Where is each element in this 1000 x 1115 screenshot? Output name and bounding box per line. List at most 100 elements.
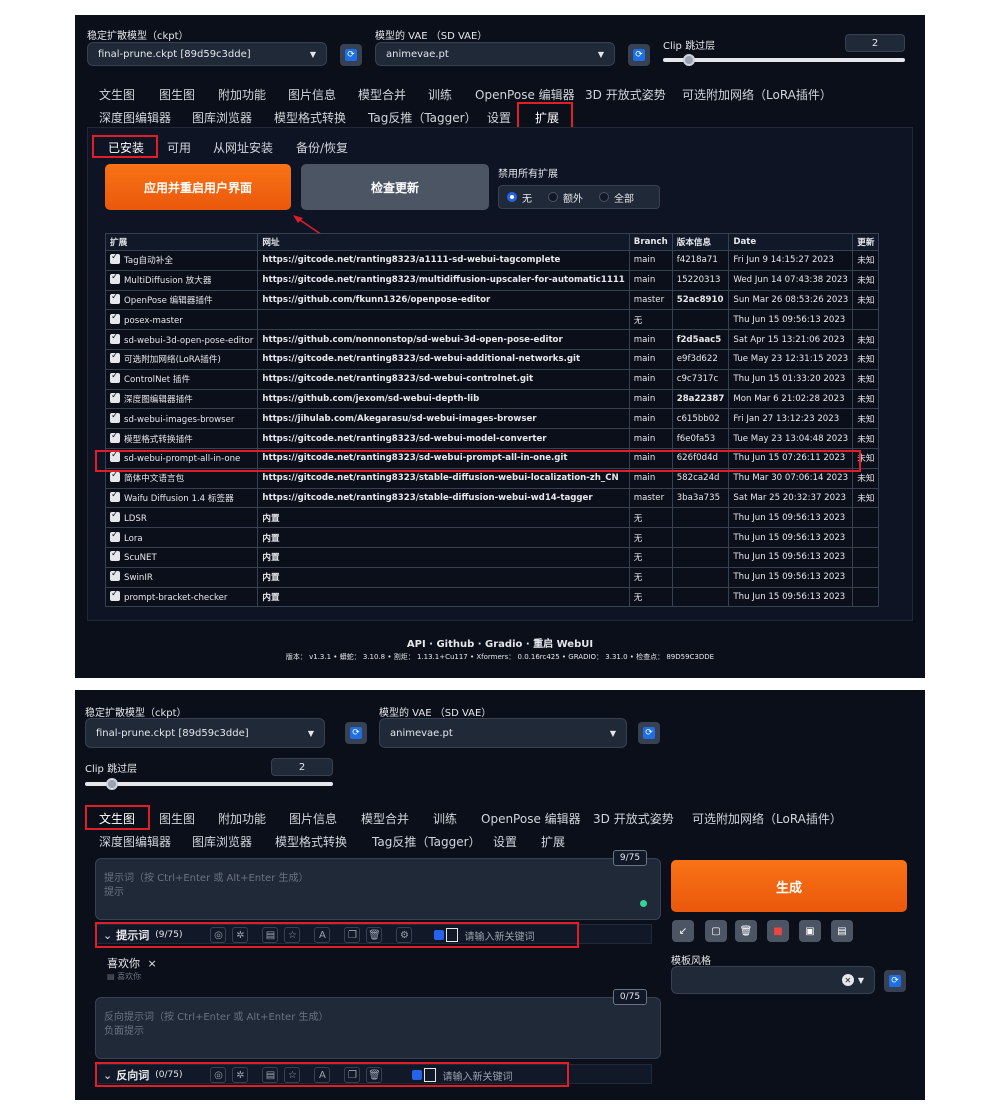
check-updates-button[interactable]: 检查更新 <box>301 164 489 210</box>
tab-train[interactable]: 训练 <box>433 810 457 827</box>
tab-img2img[interactable]: 图生图 <box>159 810 195 827</box>
tab-model-converter[interactable]: 模型格式转换 <box>274 109 346 126</box>
vae-refresh-button[interactable]: ⟳ <box>638 722 660 744</box>
tab-tagger[interactable]: Tag反推（Tagger） <box>368 109 477 126</box>
tab-train[interactable]: 训练 <box>428 86 452 103</box>
enable-checkbox[interactable] <box>110 411 120 423</box>
tab-image-browser[interactable]: 图库浏览器 <box>192 833 252 850</box>
extension-name-cell[interactable]: Tag自动补全 <box>104 250 259 271</box>
enable-checkbox[interactable] <box>110 332 120 344</box>
clip-slider-track[interactable] <box>663 58 905 62</box>
subtab-available[interactable]: 可用 <box>167 139 191 156</box>
tab-openpose[interactable]: OpenPose 编辑器 <box>481 810 581 827</box>
ckpt-dropdown[interactable]: final-prune.ckpt [89d59c3dde] ▼ <box>87 42 327 66</box>
ckpt-dropdown[interactable]: final-prune.ckpt [89d59c3dde] ▼ <box>85 718 325 748</box>
vae-refresh-button[interactable]: ⟳ <box>628 44 650 66</box>
enable-checkbox[interactable] <box>110 272 120 285</box>
tab-merge[interactable]: 模型合并 <box>361 810 409 827</box>
ckpt-refresh-button[interactable]: ⟳ <box>345 722 367 744</box>
enable-checkbox[interactable] <box>110 371 120 384</box>
tab-openpose[interactable]: OpenPose 编辑器 <box>475 86 575 103</box>
tab-settings[interactable]: 设置 <box>487 109 511 126</box>
footer-links[interactable]: API · Github · Gradio · 重启 WebUI <box>75 635 925 650</box>
extension-name-cell[interactable]: prompt-bracket-checker <box>104 586 259 608</box>
tab-txt2img[interactable]: 文生图 <box>99 86 135 103</box>
clip-slider-handle[interactable] <box>106 778 118 790</box>
enable-checkbox[interactable] <box>110 569 120 582</box>
tab-merge[interactable]: 模型合并 <box>358 86 406 103</box>
enable-checkbox[interactable] <box>110 312 120 324</box>
clip-slider-track[interactable] <box>85 782 333 786</box>
enable-checkbox[interactable] <box>110 391 120 403</box>
radio-extra[interactable]: 额外 <box>540 186 591 208</box>
subtab-backup-restore[interactable]: 备份/恢复 <box>296 139 348 156</box>
tab-image-browser[interactable]: 图库浏览器 <box>192 109 252 126</box>
enable-checkbox[interactable] <box>110 431 120 443</box>
extra-networks-button[interactable]: ■ <box>767 920 789 942</box>
tab-depth[interactable]: 深度图编辑器 <box>99 833 171 850</box>
tab-additional-networks[interactable]: 可选附加网络（LoRA插件） <box>692 810 842 827</box>
clipboard-button[interactable]: ▣ <box>799 920 821 942</box>
trash-button[interactable]: 🗑 <box>735 920 757 942</box>
enable-checkbox[interactable] <box>110 549 120 562</box>
vae-dropdown[interactable]: animevae.pt ▼ <box>379 718 627 748</box>
enable-checkbox[interactable] <box>110 351 120 364</box>
tab-png-info[interactable]: 图片信息 <box>288 86 336 103</box>
enable-checkbox[interactable] <box>110 510 120 522</box>
subtab-install-from-url[interactable]: 从网址安装 <box>213 139 273 156</box>
extension-name-cell[interactable]: OpenPose 编辑器插件 <box>104 289 259 311</box>
tab-extensions[interactable]: 扩展 <box>541 833 565 850</box>
tab-model-converter[interactable]: 模型格式转换 <box>275 833 347 850</box>
vae-dropdown[interactable]: animevae.pt ▼ <box>375 42 615 66</box>
ckpt-refresh-button[interactable]: ⟳ <box>340 44 362 66</box>
close-icon[interactable]: × <box>148 957 157 970</box>
clear-icon[interactable]: ✕ <box>841 974 854 986</box>
radio-all[interactable]: 全部 <box>591 186 642 208</box>
enable-checkbox[interactable] <box>110 490 120 502</box>
tab-3d-pose[interactable]: 3D 开放式姿势 <box>593 810 674 827</box>
enable-checkbox[interactable] <box>110 530 120 542</box>
enable-checkbox[interactable] <box>110 252 120 265</box>
style-refresh-button[interactable]: ⟳ <box>884 970 906 992</box>
tab-png-info[interactable]: 图片信息 <box>289 810 337 827</box>
extension-name-cell[interactable]: posex-master <box>104 309 259 331</box>
extension-name-cell[interactable]: sd-webui-images-browser <box>104 408 259 430</box>
extension-name-cell[interactable]: Lora <box>104 527 259 548</box>
negative-prompt-textarea[interactable] <box>95 997 661 1059</box>
style-dropdown[interactable]: ✕ ▼ <box>671 966 875 994</box>
extension-name-cell[interactable]: 深度图编辑器插件 <box>104 388 259 410</box>
clip-number-input[interactable]: 2 <box>271 758 333 776</box>
clip-slider-handle[interactable] <box>683 54 695 66</box>
keyword-chip[interactable]: 喜欢你 × <box>107 955 157 971</box>
extension-name-cell[interactable]: LDSR <box>104 507 259 529</box>
enable-checkbox[interactable] <box>110 292 120 304</box>
extension-name-cell[interactable]: ControlNet 插件 <box>104 368 259 390</box>
extension-name-cell[interactable]: 模型格式转换插件 <box>104 428 259 449</box>
extension-name-cell[interactable]: SwinIR <box>104 566 259 588</box>
extension-name-cell[interactable]: Waifu Diffusion 1.4 标签器 <box>104 487 259 509</box>
extension-name-cell[interactable]: MultiDiffusion 放大器 <box>104 269 259 291</box>
tab-settings[interactable]: 设置 <box>493 833 517 850</box>
save-style-button[interactable]: ▤ <box>831 920 853 942</box>
tab-extras[interactable]: 附加功能 <box>218 86 266 103</box>
enable-checkbox[interactable] <box>110 589 120 601</box>
clear-button[interactable]: ▢ <box>705 920 727 942</box>
tab-extras[interactable]: 附加功能 <box>218 810 266 827</box>
apply-restart-button[interactable]: 应用并重启用户界面 <box>105 164 291 210</box>
extension-name-cell[interactable]: sd-webui-3d-open-pose-editor <box>104 329 259 350</box>
table-header-cell: Branch <box>628 233 673 251</box>
prompt-textarea[interactable] <box>95 858 661 920</box>
tab-depth[interactable]: 深度图编辑器 <box>99 109 171 126</box>
radio-none[interactable]: 无 <box>499 186 540 208</box>
generate-button[interactable]: 生成 <box>671 860 907 912</box>
tab-tagger[interactable]: Tag反推（Tagger） <box>372 833 481 850</box>
tab-3d-pose[interactable]: 3D 开放式姿势 <box>585 86 666 103</box>
read-params-button[interactable]: ↙ <box>672 920 694 942</box>
extension-name-cell[interactable]: 可选附加网络(LoRA插件) <box>104 348 259 370</box>
extension-name: sd-webui-3d-open-pose-editor <box>124 335 254 346</box>
enable-checkbox[interactable] <box>110 470 120 483</box>
tab-img2img[interactable]: 图生图 <box>159 86 195 103</box>
extension-name-cell[interactable]: ScuNET <box>104 546 259 568</box>
tab-additional-networks[interactable]: 可选附加网络（LoRA插件） <box>682 86 832 103</box>
clip-number-input[interactable]: 2 <box>845 34 905 52</box>
